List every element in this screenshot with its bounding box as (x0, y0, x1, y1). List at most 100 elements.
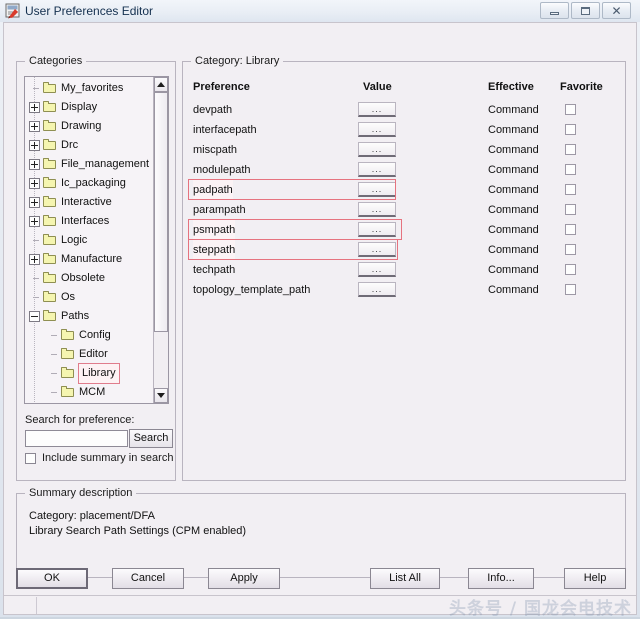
expand-plus-icon[interactable] (29, 216, 40, 227)
tree-item-display[interactable]: Display (27, 98, 153, 117)
tree-item-interfaces[interactable]: Interfaces (27, 212, 153, 231)
table-row[interactable]: padpath... Command (188, 179, 620, 200)
favorite-checkbox[interactable] (565, 204, 576, 215)
tree-connector-icon (29, 83, 40, 94)
summary-group: Summary description Category: placement/… (16, 487, 626, 578)
category-tree[interactable]: My_favorites Display Drawing Drc File_manage… (24, 76, 169, 404)
category-group-title: Category: Library (191, 55, 284, 67)
expand-plus-icon[interactable] (29, 121, 40, 132)
expand-plus-icon[interactable] (29, 102, 40, 113)
close-button[interactable]: ✕ (602, 2, 631, 19)
folder-icon (43, 196, 57, 208)
expand-plus-icon[interactable] (29, 140, 40, 151)
folder-icon (43, 82, 57, 94)
scroll-up-arrow-icon[interactable] (154, 77, 168, 92)
value-ellipsis-button[interactable]: ... (358, 142, 396, 157)
effective-value: Command (488, 224, 539, 236)
tree-item-label: Ic_packaging (61, 177, 126, 189)
folder-icon (61, 367, 75, 379)
value-ellipsis-button[interactable]: ... (358, 222, 396, 237)
favorite-checkbox[interactable] (565, 244, 576, 255)
scroll-down-arrow-icon[interactable] (154, 388, 168, 403)
value-ellipsis-button[interactable]: ... (358, 102, 396, 117)
expand-plus-icon[interactable] (29, 178, 40, 189)
dialog-client-area: Categories My_favorites Display Drawing Drc… (3, 22, 637, 614)
tree-item-paths[interactable]: Paths (27, 307, 153, 326)
effective-value: Command (488, 284, 539, 296)
tree-item-logic[interactable]: Logic (27, 231, 153, 250)
tree-connector-icon (29, 235, 40, 246)
table-row[interactable]: devpath... Command (188, 100, 620, 120)
effective-value: Command (488, 164, 539, 176)
table-row[interactable]: miscpath... Command (188, 140, 620, 160)
value-ellipsis-button[interactable]: ... (358, 282, 396, 297)
expand-plus-icon[interactable] (29, 254, 40, 265)
preferences-editor-icon (5, 3, 20, 19)
minimize-button[interactable] (540, 2, 569, 19)
value-ellipsis-button[interactable]: ... (358, 162, 396, 177)
maximize-button[interactable] (571, 2, 600, 19)
cancel-button[interactable]: Cancel (112, 568, 184, 589)
include-summary-checkbox[interactable] (25, 452, 36, 464)
table-row[interactable]: interfacepath... Command (188, 120, 620, 140)
value-ellipsis-button[interactable]: ... (358, 182, 396, 197)
folder-icon (43, 177, 57, 189)
table-row[interactable]: parampath... Command (188, 200, 620, 220)
favorite-checkbox[interactable] (565, 264, 576, 275)
value-ellipsis-button[interactable]: ... (358, 262, 396, 277)
scrollbar-thumb[interactable] (154, 92, 168, 332)
tree-item-library[interactable]: Library (27, 363, 153, 384)
favorite-checkbox[interactable] (565, 104, 576, 115)
folder-icon (43, 158, 57, 170)
help-button[interactable]: Help (564, 568, 626, 589)
preference-name: interfacepath (193, 124, 257, 136)
tree-item-label: Library (78, 363, 120, 384)
watermark-text: 头条号 / 国龙会电技术 (448, 599, 632, 619)
tree-item-drawing[interactable]: Drawing (27, 117, 153, 136)
value-ellipsis-button[interactable]: ... (358, 122, 396, 137)
effective-value: Command (488, 264, 539, 276)
tree-item-label: Interactive (61, 196, 112, 208)
tree-item-file_management[interactable]: File_management (27, 155, 153, 174)
tree-connector-icon (47, 330, 58, 341)
search-input[interactable] (25, 430, 128, 447)
favorite-checkbox[interactable] (565, 184, 576, 195)
search-button[interactable]: Search (129, 429, 173, 448)
expand-plus-icon[interactable] (29, 159, 40, 170)
value-ellipsis-button[interactable]: ... (358, 202, 396, 217)
collapse-minus-icon[interactable] (29, 311, 40, 322)
effective-value: Command (488, 104, 539, 116)
table-row[interactable]: techpath... Command (188, 260, 620, 280)
favorite-checkbox[interactable] (565, 224, 576, 235)
tree-item-mcm[interactable]: MCM (27, 383, 153, 402)
favorite-checkbox[interactable] (565, 124, 576, 135)
category-tree-scrollbar[interactable] (153, 77, 168, 403)
table-row[interactable]: psmpath... Command (188, 219, 620, 240)
tree-item-signoise[interactable]: Signoise (27, 402, 153, 403)
tree-item-os[interactable]: Os (27, 288, 153, 307)
table-row[interactable]: modulepath... Command (188, 160, 620, 180)
table-row[interactable]: topology_template_path... Command (188, 280, 620, 300)
favorite-checkbox[interactable] (565, 164, 576, 175)
preference-name: techpath (193, 264, 236, 276)
tree-item-my_favorites[interactable]: My_favorites (27, 79, 153, 98)
ok-button[interactable]: OK (16, 568, 88, 589)
tree-item-config[interactable]: Config (27, 326, 153, 345)
tree-item-ic_packaging[interactable]: Ic_packaging (27, 174, 153, 193)
tree-item-editor[interactable]: Editor (27, 345, 153, 364)
list-all-button[interactable]: List All (370, 568, 440, 589)
favorite-checkbox[interactable] (565, 144, 576, 155)
table-row[interactable]: steppath... Command (188, 239, 620, 260)
tree-item-interactive[interactable]: Interactive (27, 193, 153, 212)
info-button[interactable]: Info... (468, 568, 534, 589)
tree-item-obsolete[interactable]: Obsolete (27, 269, 153, 288)
tree-item-label: Drawing (61, 120, 102, 132)
apply-button[interactable]: Apply (208, 568, 280, 589)
value-ellipsis-button[interactable]: ... (358, 242, 396, 257)
favorite-checkbox[interactable] (565, 284, 576, 295)
tree-item-manufacture[interactable]: Manufacture (27, 250, 153, 269)
expand-plus-icon[interactable] (29, 197, 40, 208)
column-header-preference: Preference (193, 81, 250, 93)
tree-item-drc[interactable]: Drc (27, 136, 153, 155)
include-summary-row[interactable]: Include summary in search (25, 452, 173, 464)
